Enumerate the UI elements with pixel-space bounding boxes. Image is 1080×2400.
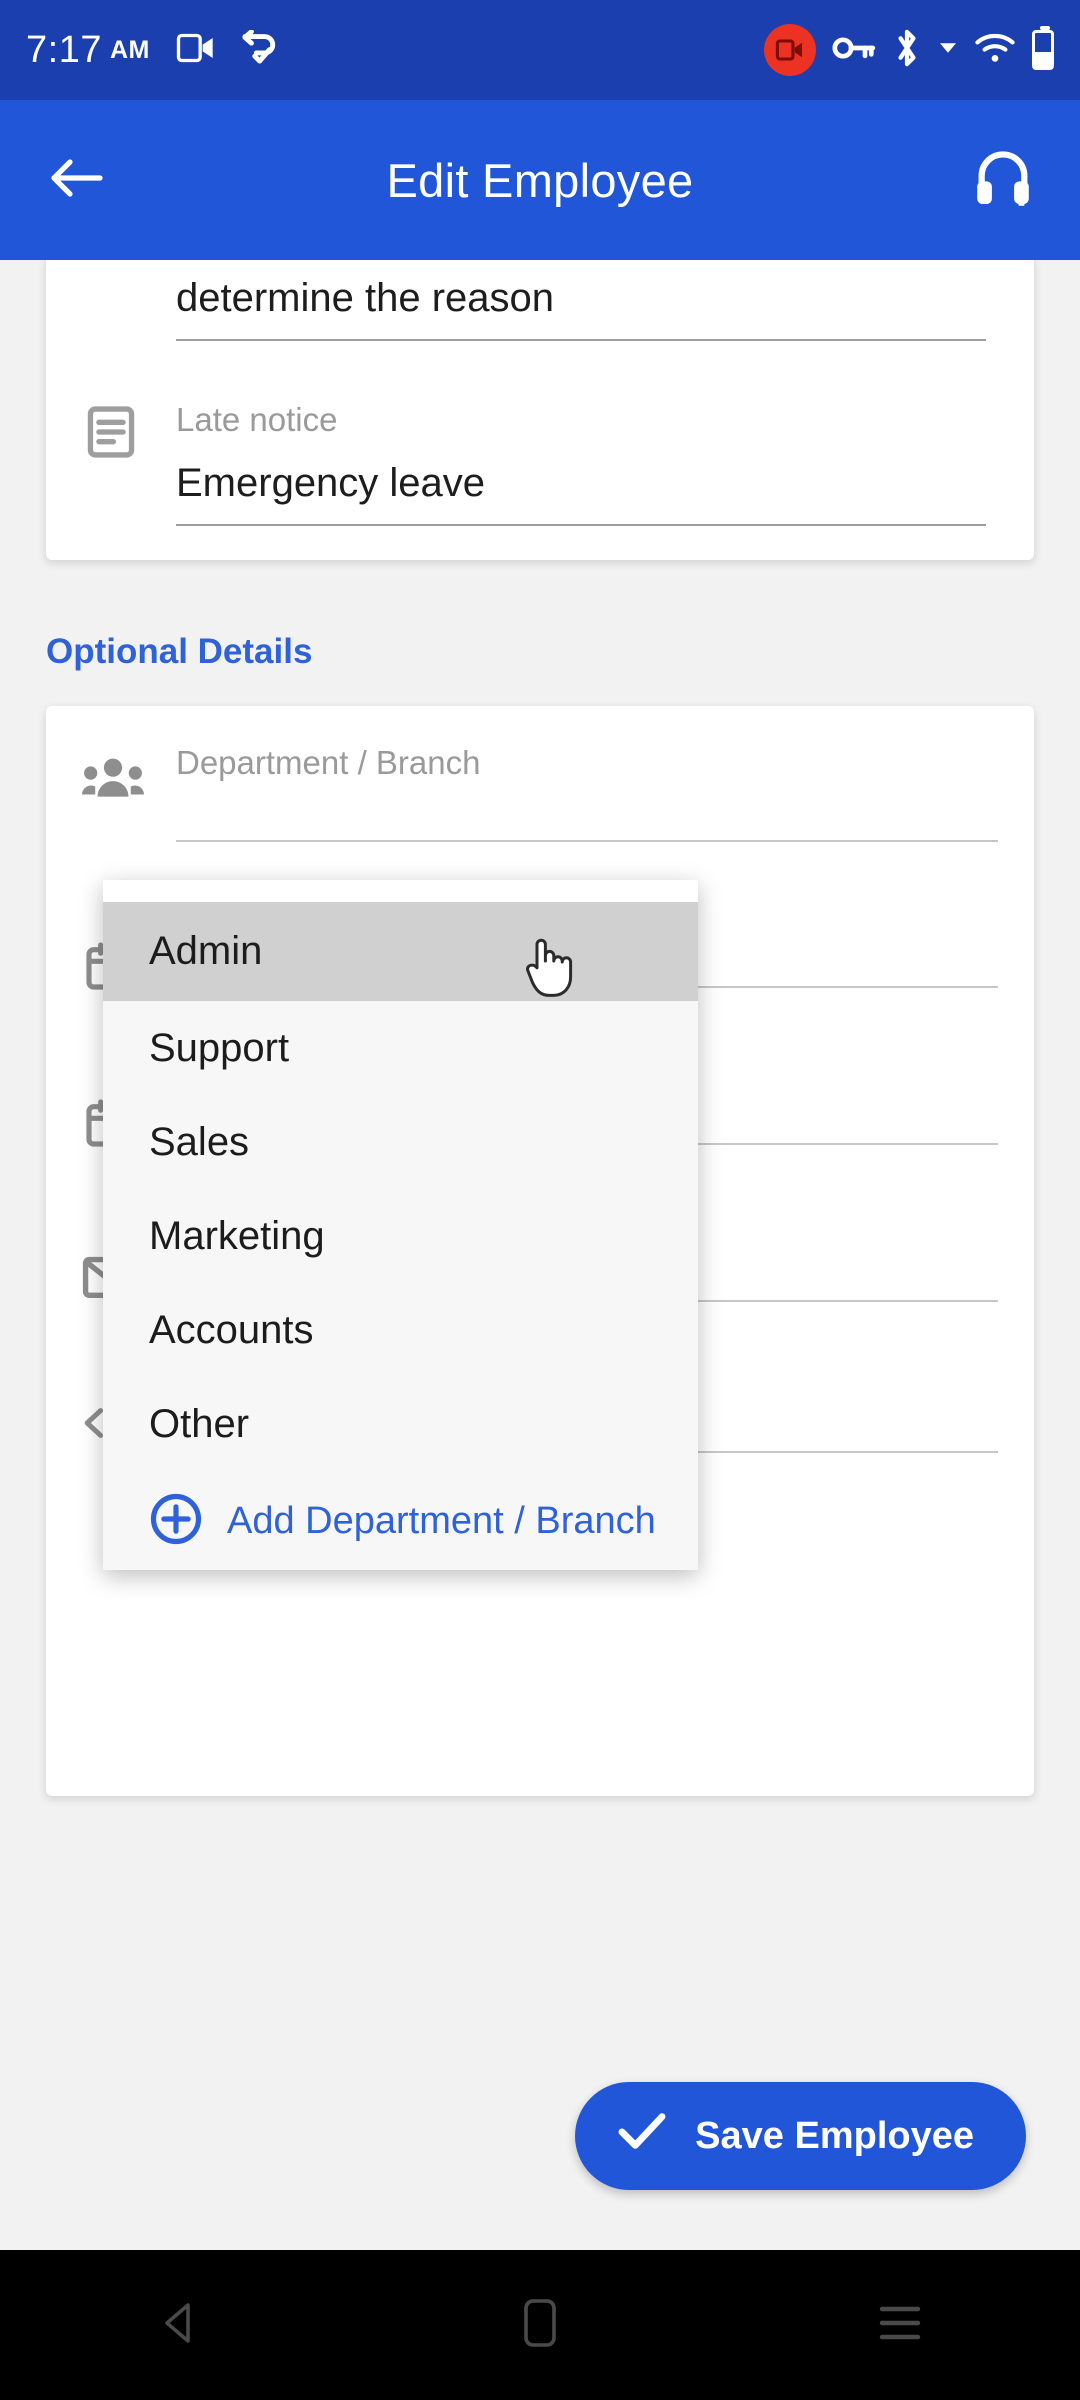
headset-icon	[974, 148, 1032, 213]
nav-back-button[interactable]	[80, 2250, 280, 2400]
save-employee-label: Save Employee	[695, 2114, 974, 2157]
add-department-label: Add Department / Branch	[227, 1499, 656, 1542]
scroll-content[interactable]: determine the reason Late notice Emergen…	[0, 260, 1080, 2250]
app-bar: Edit Employee	[0, 100, 1080, 260]
dropdown-option-admin[interactable]: Admin	[103, 902, 698, 1001]
late-notice-label: Late notice	[176, 401, 338, 438]
nav-back-icon	[156, 2299, 204, 2352]
dropdown-option-support[interactable]: Support	[103, 1001, 698, 1095]
dropdown-option-marketing[interactable]: Marketing	[103, 1189, 698, 1283]
support-button[interactable]	[974, 148, 1032, 213]
nav-recents-button[interactable]	[800, 2250, 1000, 2400]
video-camera-icon	[176, 31, 216, 70]
status-bar: 7:17 AM	[0, 0, 1080, 100]
screen-recording-icon	[764, 24, 816, 76]
nav-home-icon	[519, 2297, 561, 2354]
department-dropdown-menu[interactable]: Admin Support Sales Marketing Accounts O…	[103, 880, 698, 1570]
people-group-icon	[82, 758, 144, 806]
back-button[interactable]	[48, 154, 104, 207]
optional-details-heading: Optional Details	[46, 632, 313, 671]
mouse-cursor	[524, 936, 576, 1003]
field-underline	[176, 339, 986, 341]
dropdown-option-sales[interactable]: Sales	[103, 1095, 698, 1189]
save-button-container: Save Employee	[0, 2082, 1080, 2190]
arrow-back-icon	[48, 154, 104, 207]
chevron-down-icon	[938, 40, 958, 61]
add-department-button[interactable]: Add Department / Branch	[103, 1471, 698, 1570]
status-bar-time: 7:17	[26, 28, 102, 71]
wifi-icon	[974, 32, 1016, 69]
dropdown-option-other[interactable]: Other	[103, 1377, 698, 1471]
reason-field-row[interactable]: determine the reason	[46, 260, 1034, 341]
check-icon	[617, 2110, 667, 2162]
department-field-row[interactable]: Department / Branch	[46, 706, 1034, 842]
late-details-card: determine the reason Late notice Emergen…	[46, 260, 1034, 560]
field-underline	[176, 840, 998, 842]
save-employee-button[interactable]: Save Employee	[575, 2082, 1026, 2190]
dropdown-top-cap	[103, 880, 698, 902]
notes-icon	[82, 403, 140, 466]
reason-field-value[interactable]: determine the reason	[176, 260, 986, 339]
page-title: Edit Employee	[386, 153, 694, 207]
late-notice-value[interactable]: Emergency leave	[176, 439, 986, 524]
department-field-label: Department / Branch	[176, 744, 481, 781]
nav-recents-icon	[876, 2301, 924, 2350]
nav-home-button[interactable]	[440, 2250, 640, 2400]
vpn-key-icon	[832, 33, 876, 68]
status-bar-ampm: AM	[109, 35, 150, 64]
dropdown-option-accounts[interactable]: Accounts	[103, 1283, 698, 1377]
android-navigation-bar	[0, 2250, 1080, 2400]
field-underline	[176, 524, 986, 526]
late-notice-field-row[interactable]: Late notice Emergency leave	[46, 375, 1034, 526]
bluetooth-icon	[892, 27, 922, 74]
battery-icon	[1032, 26, 1054, 70]
android-auto-icon	[238, 28, 278, 71]
add-circle-icon	[149, 1492, 203, 1551]
